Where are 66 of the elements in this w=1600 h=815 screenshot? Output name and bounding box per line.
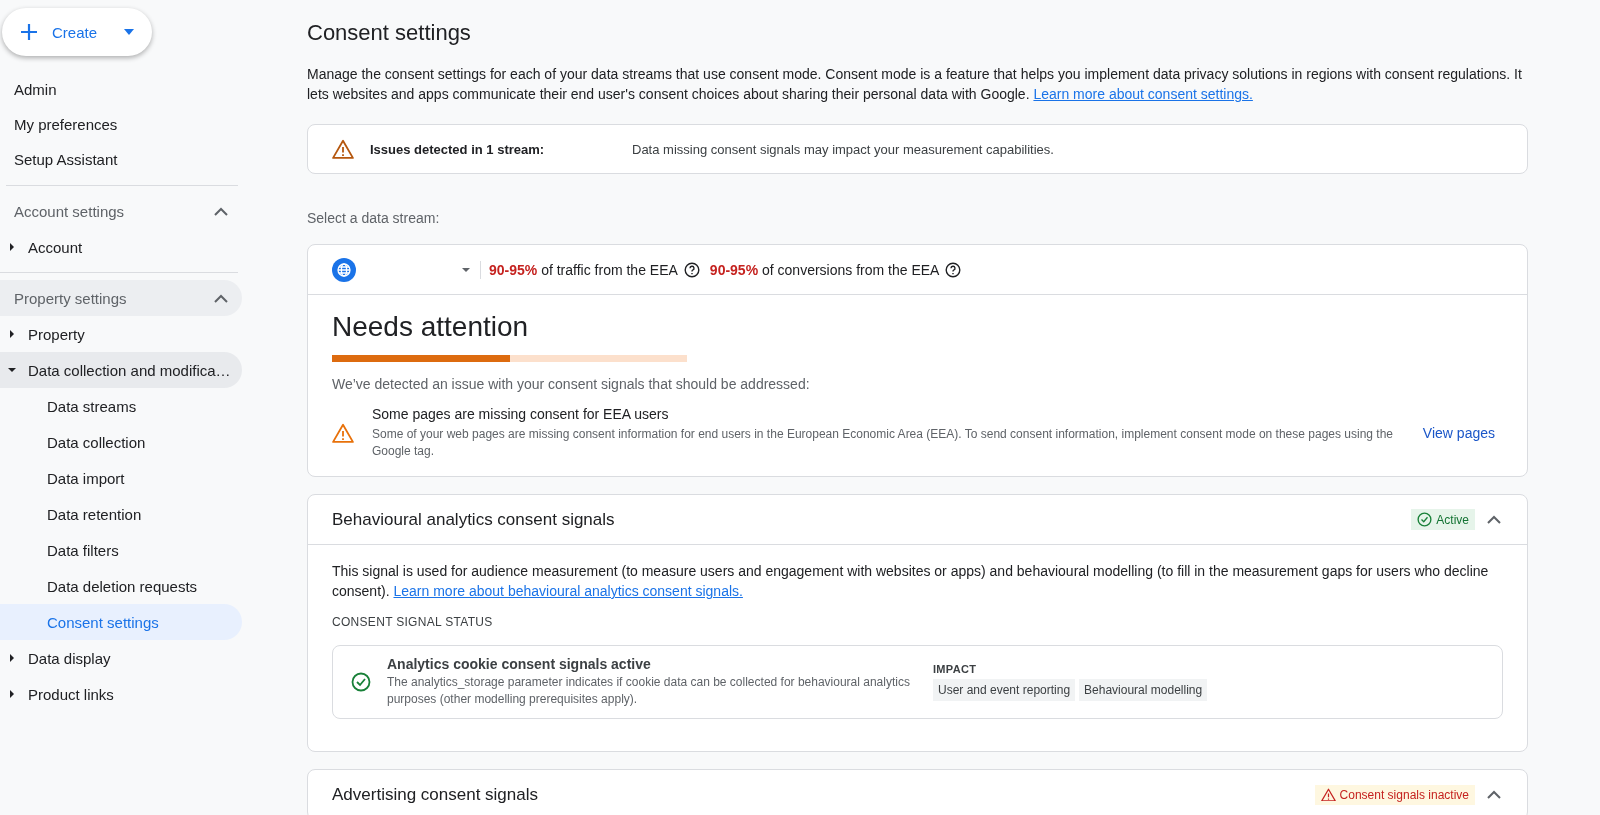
sidebar-item[interactable]: Data display (0, 640, 242, 676)
impact-heading: IMPACT (933, 663, 978, 675)
impact-chip: User and event reporting (933, 679, 1076, 701)
caret-icon (8, 243, 16, 251)
intro-text: Manage the consent settings for each of your data streams that use consent mode. Consent mode is a feature that helps you implement data privacy solutions in regions with consent regulations. It lets websites and apps communicate their end user's consent choices about sharing their personal data with Google. Learn more about consent settings. (307, 65, 1523, 104)
sidebar-item[interactable]: Data collection (0, 424, 242, 460)
issue-title: Some pages are missing consent for EEA users (372, 406, 670, 422)
section-title: Advertising consent signals (332, 784, 539, 805)
caret-icon (8, 690, 16, 698)
signal-title: Analytics cookie consent signals active (387, 656, 652, 672)
chevron-up-icon (1487, 515, 1501, 524)
sidebar-item[interactable]: Property (0, 316, 242, 352)
section-header[interactable]: Account settings (0, 193, 242, 229)
globe-icon (332, 257, 356, 282)
dropdown-arrow-icon (124, 29, 134, 35)
alert-message: Data missing consent signals may impact your measurement capabilities. (632, 141, 1054, 157)
signal-description: The analytics_storage parameter indicates if cookie data can be collected for behavioural analytics purposes (other modelling prerequisites apply). (387, 674, 911, 708)
traffic-stat: 90-95% of conversions from the EEA (709, 261, 940, 278)
sidebar-item[interactable]: Data collection and modifica… (0, 352, 242, 388)
caret-icon (8, 330, 16, 338)
caret-icon (8, 654, 16, 662)
warning-icon (1320, 787, 1336, 802)
sidebar-item[interactable]: Data deletion requests (0, 568, 242, 604)
plus-icon (20, 23, 38, 41)
learn-more-link[interactable]: Learn more about consent settings. (1033, 86, 1253, 102)
status-badge: Consent signals inactive (1314, 784, 1475, 805)
help-icon[interactable] (683, 261, 700, 278)
chevron-up-icon (214, 293, 228, 303)
status-heading: Needs attention (332, 311, 530, 343)
status-badge: Active (1411, 509, 1475, 530)
sidebar-item[interactable]: Data retention (0, 496, 242, 532)
impact-chip: Behavioural modelling (1079, 679, 1208, 701)
stream-dropdown[interactable] (332, 255, 470, 284)
sidebar-item[interactable]: Product links (0, 676, 242, 712)
caret-icon (8, 366, 16, 374)
alert-title: Issues detected in 1 stream: (370, 141, 546, 157)
section-description: This signal is used for audience measurement (to measure users and engagement with websites or apps) and behavioural modelling (to fill in the measurement gaps for users who decline consent). Learn more about behavioural analytics consent signals. (332, 562, 1490, 601)
chevron-up-icon (1487, 790, 1501, 799)
section-header[interactable]: Property settings (0, 280, 242, 316)
collapse-toggle[interactable] (1485, 513, 1503, 526)
collapse-toggle[interactable] (1485, 788, 1503, 801)
sidebar-item[interactable]: Data streams (0, 388, 242, 424)
warning-icon (332, 139, 354, 159)
view-pages-button[interactable]: View pages (1414, 419, 1503, 447)
select-label: Select a data stream: (307, 210, 441, 226)
check-circle-icon (1417, 512, 1433, 527)
sidebar-link[interactable]: Setup Assistant (6, 142, 238, 177)
sidebar-item[interactable]: Data filters (0, 532, 242, 568)
warning-icon (332, 423, 354, 443)
create-button[interactable]: Create (2, 8, 152, 56)
sidebar-item[interactable]: Consent settings (0, 604, 242, 640)
section-title: Behavioural analytics consent signals (332, 509, 616, 530)
sidebar-link[interactable]: Admin (6, 72, 238, 107)
sidebar-item[interactable]: Data import (0, 460, 242, 496)
dropdown-arrow-icon (462, 267, 470, 272)
sidebar-link[interactable]: My preferences (6, 107, 238, 142)
issue-description: Some of your web pages are missing consent information for end users in the European Economic Area (EEA). To send consent information, implement consent mode on these pages using the Google tag. (372, 426, 1395, 460)
check-circle-icon (351, 672, 371, 692)
chevron-up-icon (214, 206, 228, 216)
learn-more-link[interactable]: Learn more about behavioural analytics consent signals. (393, 583, 743, 599)
traffic-stat: 90-95% of traffic from the EEA (489, 261, 678, 278)
status-heading: CONSENT SIGNAL STATUS (332, 615, 494, 629)
status-subtitle: We’ve detected an issue with your consent signals that should be addressed: (332, 376, 811, 392)
help-icon[interactable] (945, 261, 962, 278)
page-title: Consent settings (307, 20, 472, 46)
sidebar-item[interactable]: Account (0, 229, 242, 265)
